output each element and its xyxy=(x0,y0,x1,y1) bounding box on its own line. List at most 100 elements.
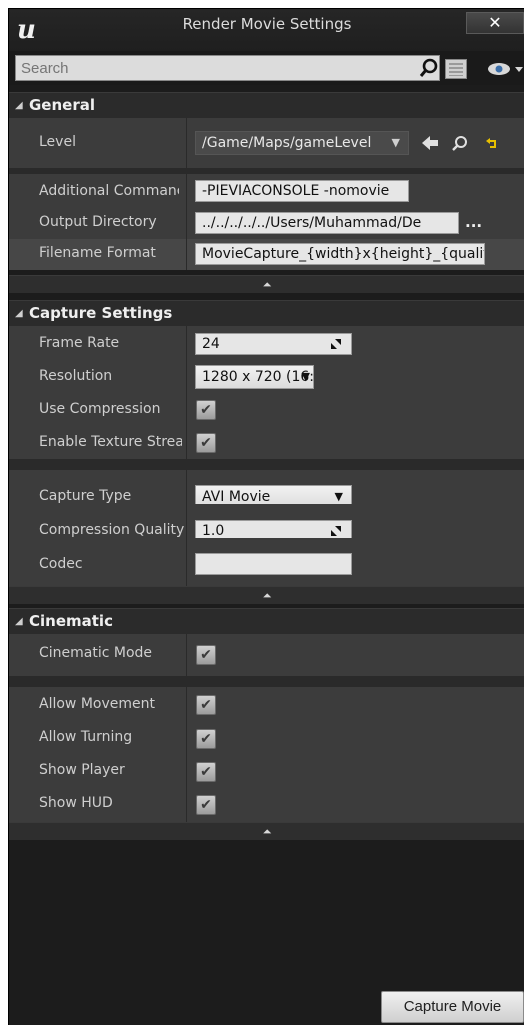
column-divider xyxy=(186,239,187,270)
column-divider xyxy=(186,754,187,787)
level-label: Level xyxy=(39,134,76,150)
level-value: /Game/Maps/gameLevel xyxy=(202,135,372,151)
property-row-level: Level /Game/Maps/gameLevel ▼ xyxy=(9,118,524,168)
frame-rate-label: Frame Rate xyxy=(39,335,120,351)
resolution-value: 1280 x 720 (16:9) xyxy=(202,369,314,385)
collapse-icon: ⏶ xyxy=(262,825,272,838)
browse-icon[interactable] xyxy=(451,135,469,152)
output-directory-label: Output Directory xyxy=(39,214,157,230)
capture-type-value: AVI Movie xyxy=(202,489,271,505)
use-compression-label: Use Compression xyxy=(39,401,161,417)
chevron-down-icon: ▼ xyxy=(391,136,400,149)
window-title: Render Movie Settings xyxy=(182,15,352,33)
reset-icon[interactable] xyxy=(485,137,499,150)
column-divider xyxy=(186,118,187,168)
filename-format-field[interactable]: MovieCapture_{width}x{height}_{quality xyxy=(195,243,485,265)
property-row-frame-rate: Frame Rate 24 xyxy=(9,326,524,360)
spin-drag-icon xyxy=(331,339,341,349)
texture-streaming-checkbox[interactable]: ✔ xyxy=(196,433,216,453)
compression-quality-value: 1.0 xyxy=(202,523,225,539)
collapse-capture-bar[interactable]: ⏶ xyxy=(9,586,524,604)
row-separator xyxy=(9,459,524,470)
arrow-left-icon[interactable] xyxy=(421,135,439,151)
checkmark-icon: ✔ xyxy=(200,402,212,418)
expand-triangle-icon: ◢ xyxy=(15,100,23,111)
grid-view-button[interactable] xyxy=(445,59,467,79)
output-directory-field[interactable]: ../../../../../Users/Muhammad/De xyxy=(195,212,459,234)
allow-turning-checkbox[interactable]: ✔ xyxy=(196,729,216,749)
column-divider xyxy=(186,426,187,459)
cinematic-mode-label: Cinematic Mode xyxy=(39,645,153,661)
collapse-icon: ⏶ xyxy=(262,278,272,291)
compression-quality-label: Compression Quality xyxy=(39,522,184,538)
column-divider xyxy=(186,634,187,676)
codec-field[interactable] xyxy=(195,553,352,575)
column-divider xyxy=(186,393,187,426)
collapse-icon: ⏶ xyxy=(262,589,272,602)
capture-movie-button[interactable]: Capture Movie xyxy=(381,991,524,1023)
grid-view-icon xyxy=(449,63,463,76)
show-hud-label: Show HUD xyxy=(39,795,113,811)
resolution-label: Resolution xyxy=(39,368,113,384)
column-divider xyxy=(186,687,187,721)
column-divider xyxy=(186,360,187,393)
browse-directory-button[interactable]: ... xyxy=(465,213,482,231)
category-general-label: General xyxy=(29,96,95,114)
expand-triangle-icon: ◢ xyxy=(15,308,23,319)
cinematic-mode-checkbox[interactable]: ✔ xyxy=(196,645,216,665)
level-dropdown[interactable]: /Game/Maps/gameLevel ▼ xyxy=(195,131,409,155)
resolution-dropdown[interactable]: 1280 x 720 (16:9) ▼ xyxy=(195,365,314,389)
column-divider xyxy=(186,326,187,360)
checkmark-icon: ✔ xyxy=(200,764,212,780)
category-capture-label: Capture Settings xyxy=(29,304,173,322)
column-divider xyxy=(186,208,187,239)
property-row-show-hud: Show HUD ✔ xyxy=(9,787,524,822)
column-divider xyxy=(186,787,187,822)
chevron-down-icon: ▼ xyxy=(301,370,310,383)
category-cinematic[interactable]: ◢ Cinematic xyxy=(9,608,524,634)
property-row-texture-streaming: Enable Texture Strea ✔ xyxy=(9,426,524,459)
property-row-filename-format: Filename Format MovieCapture_{width}x{he… xyxy=(9,239,524,270)
show-player-checkbox[interactable]: ✔ xyxy=(196,762,216,782)
additional-commands-field[interactable]: -PIEVIACONSOLE -nomovie xyxy=(195,180,409,202)
close-icon: ✕ xyxy=(488,13,502,32)
collapse-general-bar[interactable]: ⏶ xyxy=(9,275,524,293)
show-hud-checkbox[interactable]: ✔ xyxy=(196,795,216,815)
column-divider xyxy=(186,538,187,586)
close-button[interactable]: ✕ xyxy=(466,12,524,34)
frame-rate-value: 24 xyxy=(202,336,220,352)
frame-rate-spinbox[interactable]: 24 xyxy=(195,333,352,355)
eye-icon[interactable] xyxy=(485,59,524,79)
column-divider xyxy=(186,174,187,208)
checkmark-icon: ✔ xyxy=(200,797,212,813)
codec-label: Codec xyxy=(39,556,83,572)
checkmark-icon: ✔ xyxy=(200,731,212,747)
category-general[interactable]: ◢ General xyxy=(9,92,524,118)
filename-format-label: Filename Format xyxy=(39,245,156,261)
collapse-cinematic-bar[interactable]: ⏶ xyxy=(9,822,524,840)
search-icon[interactable] xyxy=(419,57,439,79)
show-player-label: Show Player xyxy=(39,762,125,778)
texture-streaming-label: Enable Texture Strea xyxy=(39,434,182,450)
expand-triangle-icon: ◢ xyxy=(15,616,23,627)
allow-movement-checkbox[interactable]: ✔ xyxy=(196,695,216,715)
property-row-resolution: Resolution 1280 x 720 (16:9) ▼ xyxy=(9,360,524,393)
capture-type-label: Capture Type xyxy=(39,488,132,504)
column-divider xyxy=(186,721,187,754)
property-row-allow-turning: Allow Turning ✔ xyxy=(9,721,524,754)
category-capture-settings[interactable]: ◢ Capture Settings xyxy=(9,300,524,326)
property-row-additional-commands: Additional Commanc -PIEVIACONSOLE -nomov… xyxy=(9,174,524,208)
property-row-capture-type: Capture Type AVI Movie ▼ xyxy=(9,470,524,509)
title-bar[interactable]: u Render Movie Settings ✕ xyxy=(9,9,524,51)
property-row-allow-movement: Allow Movement ✔ xyxy=(9,687,524,721)
row-separator xyxy=(9,676,524,687)
use-compression-checkbox[interactable]: ✔ xyxy=(196,400,216,420)
property-row-use-compression: Use Compression ✔ xyxy=(9,393,524,426)
property-row-codec: Codec xyxy=(9,538,524,586)
checkmark-icon: ✔ xyxy=(200,435,212,451)
allow-movement-label: Allow Movement xyxy=(39,696,155,712)
column-divider xyxy=(186,470,187,504)
column-divider xyxy=(186,504,187,538)
search-input[interactable] xyxy=(15,55,440,81)
spin-drag-icon xyxy=(331,526,341,536)
